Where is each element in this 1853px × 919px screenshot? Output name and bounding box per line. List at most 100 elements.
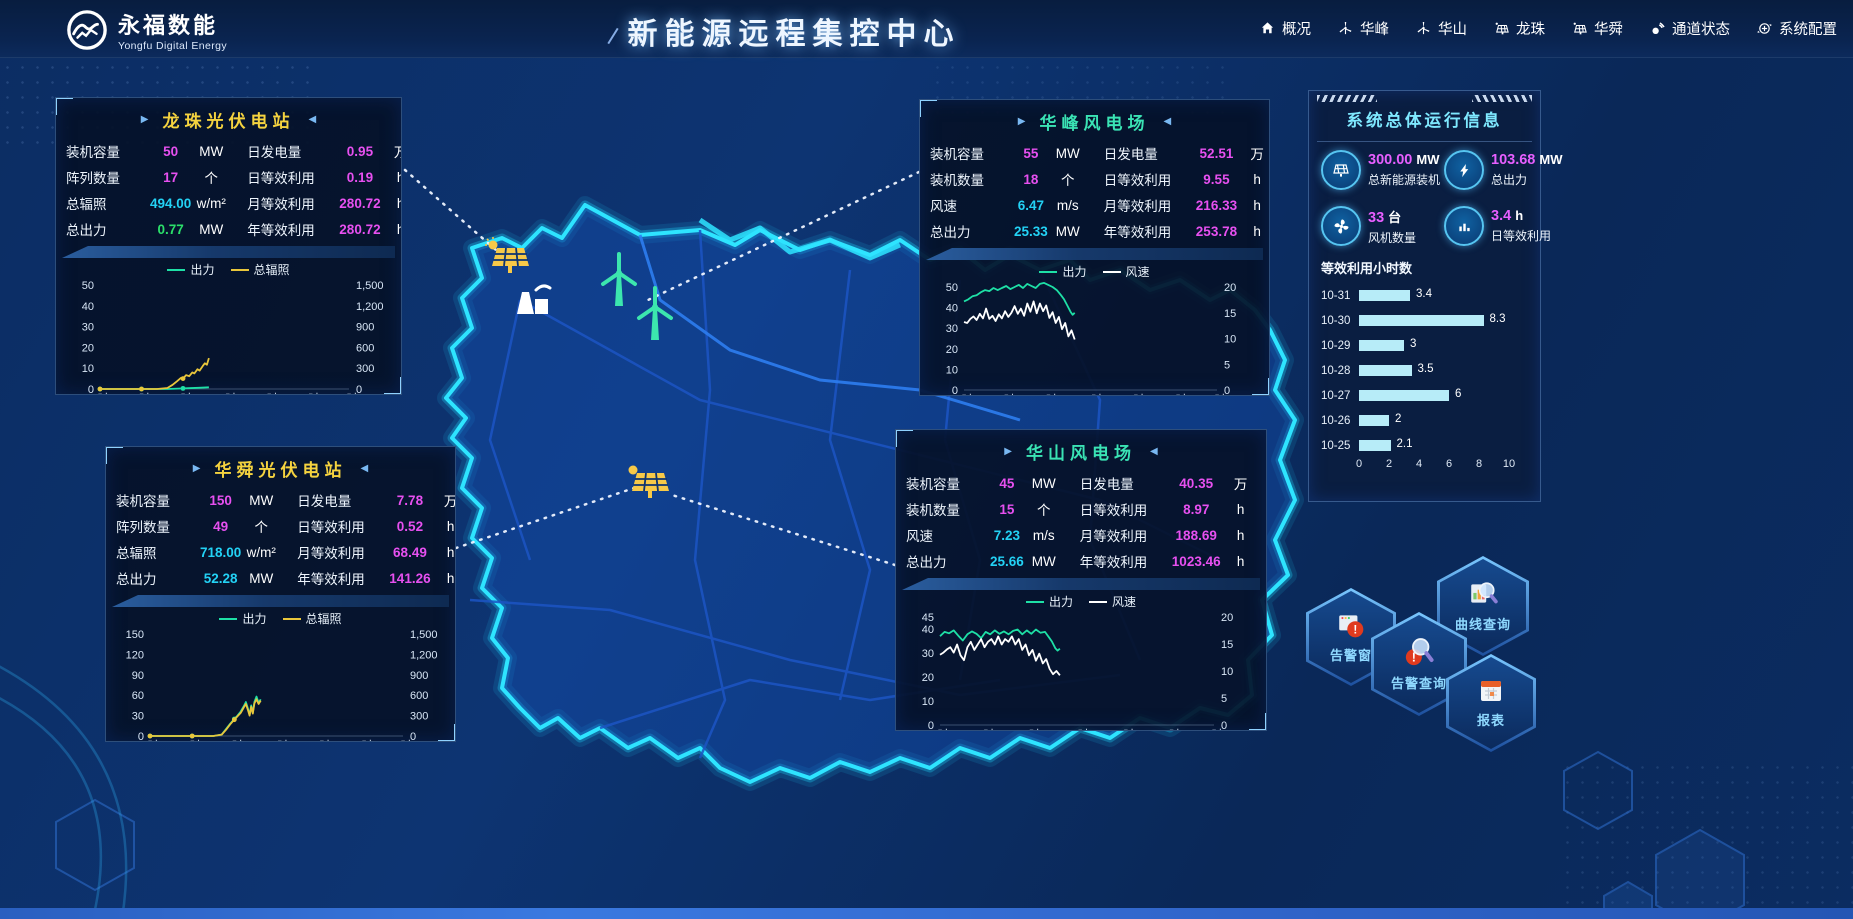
bar-chart-title: 等效利用小时数 [1321, 258, 1528, 277]
svg-text:20: 20 [1221, 612, 1233, 624]
divider [1317, 141, 1532, 142]
stripe-decoration [1317, 95, 1377, 102]
svg-text:900: 900 [356, 322, 374, 334]
station-stats: 装机容量150MW阵列数量49个总辐照718.00w/m²总出力52.28MW日… [116, 487, 445, 591]
nav-item-概况[interactable]: 概况 [1259, 18, 1311, 39]
arrow-right-icon: ▶ [193, 463, 201, 474]
stat-row: 年等效利用280.72h [247, 216, 402, 242]
svg-text:0时: 0时 [141, 739, 158, 742]
svg-text:20: 20 [922, 672, 934, 684]
legend-item: 风速 [1103, 263, 1150, 280]
nav-item-通道状态[interactable]: 通道状态 [1649, 18, 1730, 39]
svg-text:10: 10 [922, 696, 934, 708]
output-irradiance-chart: 030609012015003006009001,2001,5000时4时8时1… [116, 626, 447, 742]
legend-item: 出力 [219, 610, 266, 627]
stat-row: 阵列数量49个 [116, 513, 281, 539]
quick-action-report[interactable]: 报表 [1446, 654, 1536, 752]
summary-stats: 300.00MW总新能源装机 103.68MW总出力 33台风机数量 3.4h日… [1321, 150, 1528, 246]
svg-text:0时: 0时 [1208, 393, 1225, 396]
station-stats: 装机容量55MW装机数量18个风速6.47m/s总出力25.33MW日发电量52… [930, 140, 1259, 244]
bar-row: 10-262 [1321, 408, 1528, 433]
svg-text:0时: 0时 [91, 392, 108, 395]
svg-text:10: 10 [1221, 666, 1233, 678]
svg-text:4时: 4时 [133, 392, 150, 395]
svg-text:15: 15 [1224, 308, 1236, 320]
stat-row: 月等效利用188.69h [1080, 522, 1261, 548]
svg-text:16时: 16时 [254, 392, 277, 395]
bar-row: 10-293 [1321, 333, 1528, 358]
chart-legend: 出力总辐照 [66, 261, 391, 277]
stat-row: 装机容量50MW [66, 138, 231, 164]
nav-item-华山[interactable]: 华山 [1415, 18, 1467, 39]
svg-text:!: ! [1353, 624, 1357, 637]
map-solar-station-icon [485, 237, 529, 273]
chart-legend: 出力风速 [906, 593, 1256, 609]
title-decoration [607, 28, 618, 44]
stat-turbine-count: 33台风机数量 [1321, 206, 1440, 246]
output-irradiance-chart: 0102030405003006009001,2001,5000时4时8时12时… [66, 277, 393, 395]
legend-item: 出力 [1026, 593, 1073, 610]
svg-text:0时: 0时 [1205, 728, 1222, 731]
stat-row: 日等效利用0.19h [247, 164, 402, 190]
bar-chart-axis: 0246810 [1359, 458, 1509, 474]
arrow-left-icon: ◀ [309, 114, 317, 125]
top-header: 永福数能 Yongfu Digital Energy 新能源远程集控中心 概况华… [0, 0, 1853, 58]
map-power-plant-icon [517, 286, 550, 314]
legend-item: 总辐照 [231, 261, 290, 278]
stat-total-output: 103.68MW总出力 [1444, 150, 1562, 190]
legend-item: 总辐照 [283, 610, 342, 627]
shelf-divider [902, 578, 1260, 590]
svg-text:8时: 8时 [174, 392, 191, 395]
stat-row: 年等效利用1023.46h [1080, 548, 1261, 574]
stat-row: 装机数量18个 [930, 166, 1088, 192]
svg-text:1,500: 1,500 [356, 280, 384, 292]
stat-row: 装机容量45MW [906, 470, 1064, 496]
panel-longzhu-pv-station: ▶龙珠光伏电站◀ 装机容量50MW阵列数量17个总辐照494.00w/m²总出力… [55, 97, 402, 395]
logo-icon [66, 9, 108, 51]
stat-row: 总出力25.33MW [930, 218, 1088, 244]
svg-text:8时: 8时 [226, 739, 243, 742]
svg-text:1,200: 1,200 [410, 649, 438, 661]
shelf-divider [926, 248, 1263, 260]
nav-item-系统配置[interactable]: 系统配置 [1756, 18, 1837, 39]
map-wind-turbine-icon [603, 254, 635, 306]
svg-text:45: 45 [922, 612, 934, 624]
system-summary-panel: 系统总体运行信息 300.00MW总新能源装机 103.68MW总出力 33台风… [1308, 90, 1541, 502]
stat-row: 总辐照718.00w/m² [116, 539, 281, 565]
svg-text:0时: 0时 [394, 739, 411, 742]
alarm-query-icon: ! [1403, 636, 1435, 668]
bar-row: 10-313.4 [1321, 283, 1528, 308]
stat-row: 装机容量55MW [930, 140, 1088, 166]
arrow-right-icon: ▶ [1004, 446, 1012, 457]
nav-item-华舜[interactable]: 华舜 [1571, 18, 1623, 39]
stat-row: 月等效利用280.72h [247, 190, 402, 216]
svg-text:20时: 20时 [349, 739, 372, 742]
stat-row: 日等效利用0.52h [297, 513, 456, 539]
svg-text:30: 30 [946, 323, 958, 335]
bar-row: 10-308.3 [1321, 308, 1528, 333]
legend-item: 出力 [1039, 263, 1086, 280]
panel-huafeng-wind-farm: ▶华峰风电场◀ 装机容量55MW装机数量18个风速6.47m/s总出力25.33… [919, 99, 1270, 396]
svg-text:16时: 16时 [1111, 728, 1134, 731]
stat-daily-utilization: 3.4h日等效利用 [1444, 206, 1562, 246]
svg-text:900: 900 [410, 670, 428, 682]
settings-icon [1756, 20, 1773, 37]
svg-text:20时: 20时 [1157, 728, 1180, 731]
fan-icon [1321, 206, 1361, 246]
svg-text:30: 30 [922, 648, 934, 660]
stat-row: 总出力52.28MW [116, 565, 281, 591]
svg-text:10: 10 [1224, 334, 1236, 346]
svg-text:40: 40 [946, 303, 958, 315]
legend-item: 出力 [167, 261, 214, 278]
svg-text:120: 120 [126, 649, 144, 661]
stat-row: 阵列数量17个 [66, 164, 231, 190]
nav-item-龙珠[interactable]: 龙珠 [1493, 18, 1545, 39]
wind-turbine-icon [1337, 20, 1354, 37]
svg-text:0时: 0时 [931, 728, 948, 731]
svg-text:30: 30 [132, 711, 144, 723]
svg-text:16时: 16时 [1121, 393, 1144, 396]
nav-item-华峰[interactable]: 华峰 [1337, 18, 1389, 39]
svg-text:30: 30 [82, 322, 94, 334]
panel-title: ▶华峰风电场◀ [930, 106, 1259, 136]
stat-total-capacity: 300.00MW总新能源装机 [1321, 150, 1440, 190]
